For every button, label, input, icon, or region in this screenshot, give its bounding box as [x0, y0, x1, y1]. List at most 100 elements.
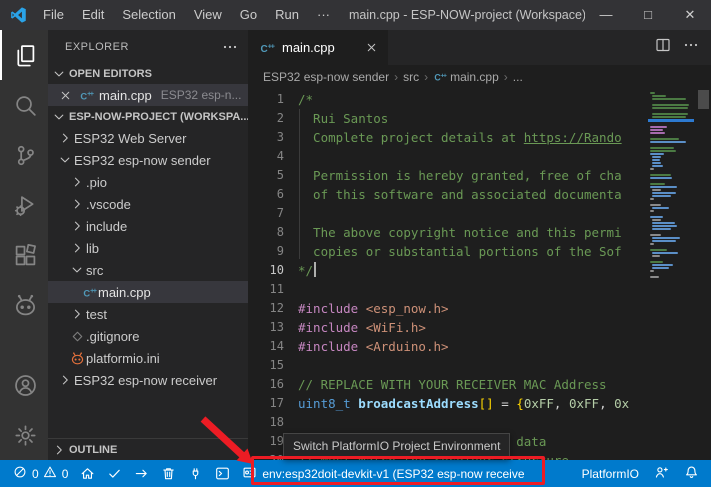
minimize-button[interactable]: — [585, 0, 627, 30]
tab-close-icon[interactable] [365, 41, 378, 54]
split-editor-icon[interactable] [655, 37, 671, 58]
code-line-12[interactable]: 12 #include <esp_now.h> [248, 299, 648, 318]
platformio-home-label[interactable]: PlatformIO [582, 467, 639, 481]
outline-label: OUTLINE [69, 443, 118, 456]
chevron-down-icon [56, 153, 74, 167]
pio-home-button[interactable] [74, 460, 101, 487]
code-line-8[interactable]: 8 The above copyright notice and this pe… [248, 223, 648, 242]
code-line-1[interactable]: 1 /* [248, 90, 648, 109]
tree-item--pio[interactable]: .pio [48, 171, 248, 193]
close-button[interactable]: ✕ [669, 0, 711, 30]
code-line-7[interactable]: 7 [248, 204, 648, 223]
close-icon [57, 89, 73, 102]
line-number: 1 [276, 92, 284, 106]
minimap-line [652, 107, 688, 109]
code-line-3[interactable]: 3 Complete project details at https://Ra… [248, 128, 648, 147]
pio-upload-button[interactable] [128, 460, 155, 487]
minimap[interactable] [648, 92, 696, 460]
outline-section-header[interactable]: OUTLINE [48, 438, 248, 460]
tree-item-src[interactable]: src [48, 259, 248, 281]
editor-group: C + + main.cpp ESP32 esp-now sender › src › C +… [248, 30, 711, 460]
line-number: 4 [276, 149, 284, 163]
scrollbar-slider[interactable] [698, 90, 709, 109]
minimap-line [652, 113, 688, 115]
tree-item-lib[interactable]: lib [48, 237, 248, 259]
tree-item--vscode[interactable]: .vscode [48, 193, 248, 215]
pio-new-terminal-button[interactable] [209, 460, 236, 487]
code-line-13[interactable]: 13 #include <WiFi.h> [248, 318, 648, 337]
minimap-line [650, 204, 661, 206]
menu-edit[interactable]: Edit [73, 7, 113, 22]
code-line-4[interactable]: 4 [248, 147, 648, 166]
tab-bar: C + + main.cpp [248, 30, 711, 65]
menu-selection[interactable]: Selection [113, 7, 184, 22]
activity-manage[interactable] [0, 410, 48, 460]
code-line-11[interactable]: 11 [248, 280, 648, 299]
activity-extensions[interactable] [0, 230, 48, 280]
activity-run-and-debug[interactable] [0, 180, 48, 230]
code-line-9[interactable]: 9 copies or substantial portions of the … [248, 242, 648, 261]
pio-clean-button[interactable] [155, 460, 182, 487]
breadcrumb-item[interactable]: ... [513, 70, 523, 84]
tree-item-esp32-esp-now-receiver[interactable]: ESP32 esp-now receiver [48, 369, 248, 391]
tab-main-cpp[interactable]: C + + main.cpp [248, 30, 388, 65]
code-line-18[interactable]: 18 [248, 413, 648, 432]
feedback-icon[interactable] [654, 465, 669, 483]
pio-build-button[interactable] [101, 460, 128, 487]
minimap-line [650, 153, 664, 155]
code-text: #include <esp_now.h> [298, 301, 449, 316]
menu-go[interactable]: Go [231, 7, 266, 22]
open-editors-header[interactable]: OPEN EDITORS [48, 63, 248, 84]
tree-item-include[interactable]: include [48, 215, 248, 237]
minimap-line [652, 267, 669, 269]
open-editor-desc: ESP32 esp-n... [160, 88, 242, 102]
chevron-right-icon [68, 197, 86, 211]
menu-[interactable]: ··· [308, 7, 339, 22]
tree-item-label: lib [86, 240, 100, 256]
code-line-17[interactable]: 17 uint8_t broadcastAddress[] = {0xFF, 0x… [248, 394, 648, 413]
menu-file[interactable]: File [34, 7, 73, 22]
code-line-6[interactable]: 6 of this software and associated docume… [248, 185, 648, 204]
activity-search[interactable] [0, 80, 48, 130]
minimap-line [650, 168, 654, 170]
tree-item-main-cpp[interactable]: C + + main.cpp [48, 281, 248, 303]
code-line-15[interactable]: 15 [248, 356, 648, 375]
minimap-line [650, 234, 661, 236]
editor-scrollbar[interactable] [696, 88, 711, 460]
menu-run[interactable]: Run [266, 7, 308, 22]
activity-platformio[interactable] [0, 280, 48, 330]
breadcrumb-item[interactable]: ESP32 esp-now sender [263, 70, 389, 84]
minimap-line [650, 261, 663, 263]
tree-item--gitignore[interactable]: .gitignore [48, 325, 248, 347]
code-line-14[interactable]: 14 #include <Arduino.h> [248, 337, 648, 356]
code-line-16[interactable]: 16 // REPLACE WITH YOUR RECEIVER MAC Addr… [248, 375, 648, 394]
tree-item-platformio-ini[interactable]: platformio.ini [48, 347, 248, 369]
status-bar: 0 0 env:esp32doit-devkit-v1 (ESP32 esp-n… [0, 460, 711, 487]
workspace-section-header[interactable]: ESP-NOW-PROJECT (WORKSPA... [48, 106, 248, 127]
window-controls: — □ ✕ [585, 0, 711, 30]
code-line-5[interactable]: 5 Permission is hereby granted, free of … [248, 166, 648, 185]
code-text: Permission is hereby granted, free of ch… [298, 168, 622, 183]
open-editor-item[interactable]: C + + main.cpp ESP32 esp-n... [48, 84, 248, 106]
menu-view[interactable]: View [185, 7, 231, 22]
pio-serial-monitor-button[interactable] [182, 460, 209, 487]
activity-source-control[interactable] [0, 130, 48, 180]
minimap-line [650, 216, 663, 218]
plug-icon [188, 466, 203, 481]
tree-item-esp32-web-server[interactable]: ESP32 Web Server [48, 127, 248, 149]
tree-item-esp32-esp-now-sender[interactable]: ESP32 esp-now sender [48, 149, 248, 171]
sidebar-more-actions-icon[interactable] [222, 39, 238, 55]
breadcrumb-item[interactable]: C + + main.cpp [433, 70, 498, 84]
code-editor[interactable]: 1/* 2 Rui Santos 3 Complete project detail… [248, 88, 711, 460]
code-line-2[interactable]: 2 Rui Santos [248, 109, 648, 128]
code-line-10[interactable]: 10 */ [248, 261, 648, 280]
bell-icon[interactable] [684, 465, 699, 483]
platformio-env-selector[interactable]: env:esp32doit-devkit-v1 (ESP32 esp-now r… [236, 460, 530, 487]
tree-item-test[interactable]: test [48, 303, 248, 325]
activity-explorer[interactable] [0, 30, 48, 80]
maximize-button[interactable]: □ [627, 0, 669, 30]
activity-accounts[interactable] [0, 360, 48, 410]
more-actions-icon[interactable] [683, 37, 699, 58]
breadcrumb-item[interactable]: src [403, 70, 419, 84]
problems-status[interactable]: 0 0 [7, 460, 74, 487]
